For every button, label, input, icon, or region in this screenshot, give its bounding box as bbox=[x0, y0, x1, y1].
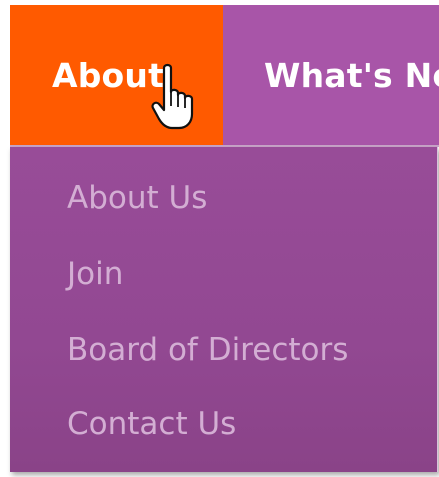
dropdown-item-contact-us[interactable]: Contact Us bbox=[67, 409, 236, 440]
about-dropdown-menu: About Us Join Board of Directors Contact… bbox=[10, 147, 438, 472]
nav-item-whats-new-label: What's Ne bbox=[264, 55, 439, 95]
dropdown-item-board-of-directors[interactable]: Board of Directors bbox=[67, 335, 348, 366]
dropdown-item-join[interactable]: Join bbox=[67, 259, 123, 290]
nav-item-whats-new[interactable]: What's Ne bbox=[223, 5, 439, 145]
dropdown-item-label: Contact Us bbox=[67, 406, 237, 442]
nav-item-about-label: About bbox=[52, 55, 165, 95]
hand-pointer-icon bbox=[151, 63, 194, 130]
dropdown-item-about-us[interactable]: About Us bbox=[67, 183, 207, 214]
dropdown-item-label: About Us bbox=[67, 180, 208, 216]
top-navigation: About What's Ne bbox=[10, 5, 439, 145]
dropdown-item-label: Board of Directors bbox=[67, 332, 349, 368]
dropdown-item-label: Join bbox=[67, 256, 124, 292]
page: About What's Ne About Us Join Board of D… bbox=[0, 0, 439, 477]
